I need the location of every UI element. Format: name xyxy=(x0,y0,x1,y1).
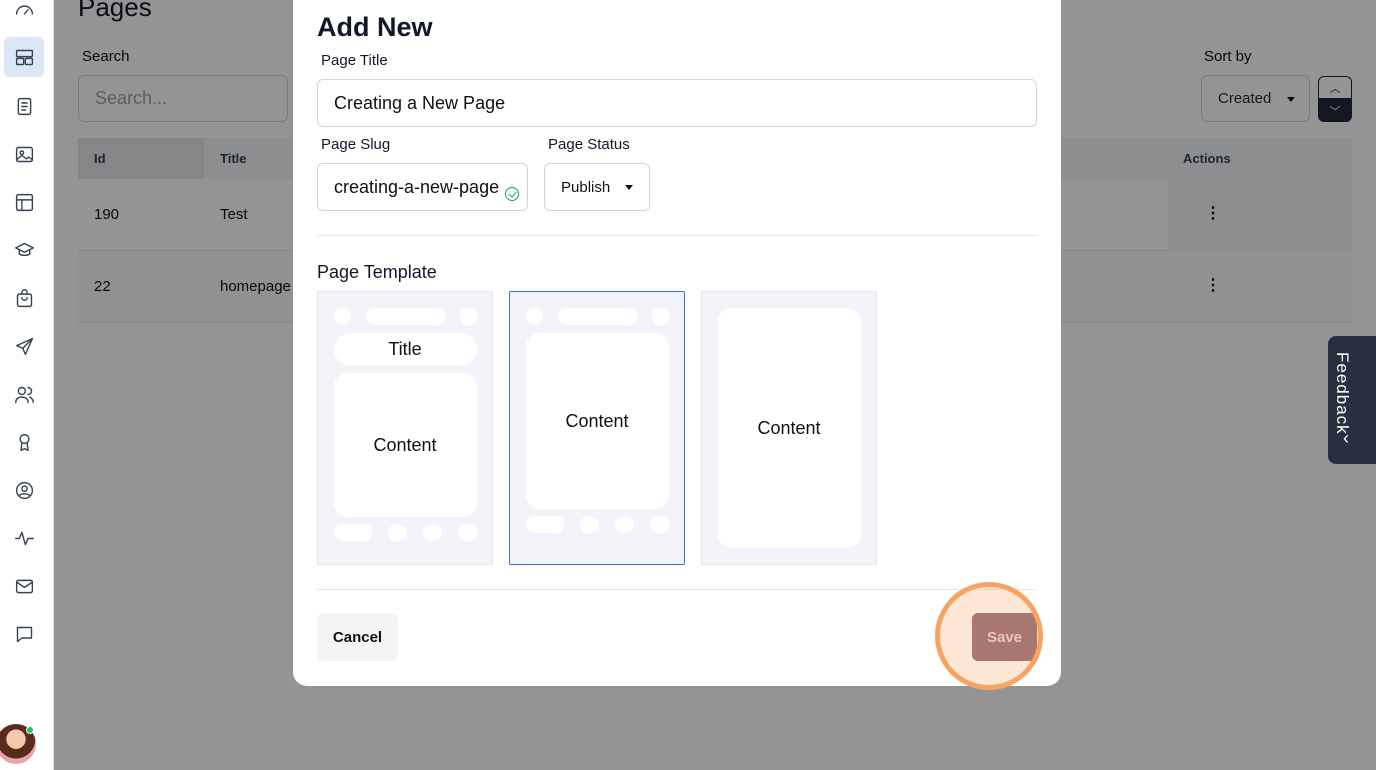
check-circle-icon xyxy=(505,187,519,201)
template-dot xyxy=(615,516,634,533)
notebook-icon[interactable] xyxy=(4,86,44,126)
modal-title: Add New xyxy=(317,12,433,42)
page-status-value: Publish xyxy=(561,178,611,196)
chevron-left-icon: ‹ xyxy=(1343,428,1349,448)
template-title-text: Title xyxy=(388,339,422,359)
template-option-content[interactable]: Content xyxy=(509,291,685,565)
template-header-bar xyxy=(366,308,445,325)
page-slug-input[interactable]: creating-a-new-page xyxy=(317,163,528,211)
divider xyxy=(317,235,1037,236)
user-circle-icon[interactable] xyxy=(4,470,44,510)
activity-icon[interactable] xyxy=(4,518,44,558)
chat-icon[interactable] xyxy=(4,614,44,654)
template-dot xyxy=(650,516,669,533)
template-content-text: Content xyxy=(565,411,629,431)
page-slug-value: creating-a-new-page xyxy=(334,176,500,197)
template-dot xyxy=(388,524,407,541)
template-content-text: Content xyxy=(757,418,821,438)
template-dot xyxy=(460,308,477,325)
shopping-bag-icon[interactable] xyxy=(4,278,44,318)
add-new-page-modal: Add New Page Title Creating a New Page P… xyxy=(293,0,1061,690)
image-icon[interactable] xyxy=(4,134,44,174)
feedback-label: Feedback xyxy=(1333,352,1352,435)
template-footer-bar xyxy=(334,524,372,541)
feedback-tab[interactable]: Feedback ‹ xyxy=(1328,336,1376,464)
template-footer-bar xyxy=(526,516,564,533)
cancel-button[interactable]: Cancel xyxy=(317,613,398,661)
users-icon[interactable] xyxy=(4,374,44,414)
page-status-select[interactable]: Publish xyxy=(544,163,650,211)
graduation-cap-icon[interactable] xyxy=(4,230,44,270)
page-title-value: Creating a New Page xyxy=(334,92,506,113)
page-title-input[interactable]: Creating a New Page xyxy=(317,79,1037,127)
template-dot xyxy=(652,308,669,325)
template-dot xyxy=(580,516,599,533)
template-dot xyxy=(334,308,351,325)
page-title-label: Page Title xyxy=(321,52,388,69)
page-template-label: Page Template xyxy=(317,262,437,282)
template-option-blank[interactable]: Content xyxy=(701,291,877,565)
page-status-label: Page Status xyxy=(548,136,630,153)
pages-layout-icon[interactable] xyxy=(4,37,44,77)
click-highlight-ring xyxy=(935,582,1043,690)
divider xyxy=(317,589,1037,590)
template-header-bar xyxy=(558,308,637,325)
online-status-dot xyxy=(26,726,34,734)
dashboard-gauge-icon[interactable] xyxy=(4,0,44,30)
template-option-title-content[interactable]: Title Content xyxy=(317,291,493,565)
page-slug-label: Page Slug xyxy=(321,136,391,153)
template-dot xyxy=(458,524,477,541)
template-dot xyxy=(526,308,543,325)
send-icon[interactable] xyxy=(4,326,44,366)
sidebar xyxy=(0,0,54,770)
caret-down-icon xyxy=(625,185,633,190)
template-content-text: Content xyxy=(373,435,437,455)
mail-icon[interactable] xyxy=(4,566,44,606)
template-dot xyxy=(423,524,442,541)
award-icon[interactable] xyxy=(4,422,44,462)
template-icon[interactable] xyxy=(4,182,44,222)
